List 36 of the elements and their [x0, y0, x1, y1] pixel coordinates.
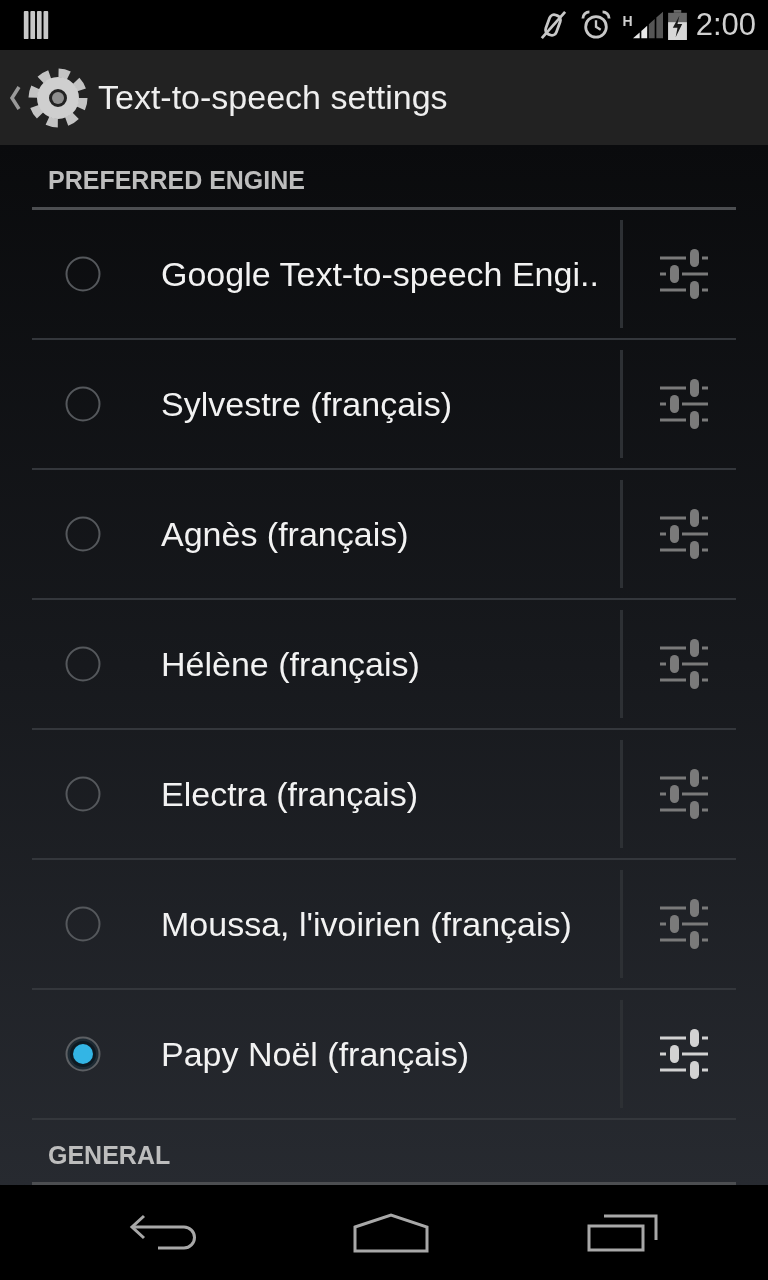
gear-icon[interactable] [28, 67, 88, 128]
stacked-bars-icon [23, 10, 49, 40]
clock-time: 2:00 [695, 7, 756, 43]
engine-name: Hélène (français) [161, 644, 421, 684]
section-header: GENERAL [48, 1140, 171, 1171]
muted-icon [538, 10, 567, 40]
battery-charging-icon [666, 10, 688, 40]
engine-name: Moussa, l'ivoirien (français) [161, 904, 573, 944]
radio-button[interactable] [65, 776, 101, 812]
sliders-icon[interactable] [660, 899, 708, 949]
sliders-icon[interactable] [660, 769, 708, 819]
sliders-icon[interactable] [660, 509, 708, 559]
section-header: PREFERRED ENGINE [48, 165, 305, 196]
recents-icon[interactable] [587, 1213, 659, 1252]
engine-name: Agnès (français) [161, 514, 410, 554]
radio-button[interactable] [65, 906, 101, 942]
back-icon[interactable] [128, 1213, 196, 1252]
radio-button[interactable] [65, 516, 101, 552]
engine-name: Google Text-to-speech Engi.. [161, 254, 600, 294]
caret-icon[interactable] [9, 85, 21, 110]
radio-button[interactable] [65, 386, 101, 422]
sliders-icon[interactable] [660, 379, 708, 429]
engine-name: Sylvestre (français) [161, 384, 453, 424]
engine-name: Papy Noël (français) [161, 1034, 470, 1074]
signal-icon [632, 10, 663, 40]
alarm-clock-icon [580, 10, 611, 40]
radio-button[interactable] [65, 646, 101, 682]
radio-button[interactable] [65, 1036, 101, 1072]
sliders-icon[interactable] [660, 1029, 708, 1079]
screen-title: Text-to-speech settings [98, 78, 448, 117]
sliders-icon[interactable] [660, 249, 708, 299]
engine-name: Electra (français) [161, 774, 419, 814]
home-icon[interactable] [353, 1212, 429, 1253]
radio-button[interactable] [65, 256, 101, 292]
network-type-label: H [622, 13, 633, 29]
sliders-icon[interactable] [660, 639, 708, 689]
